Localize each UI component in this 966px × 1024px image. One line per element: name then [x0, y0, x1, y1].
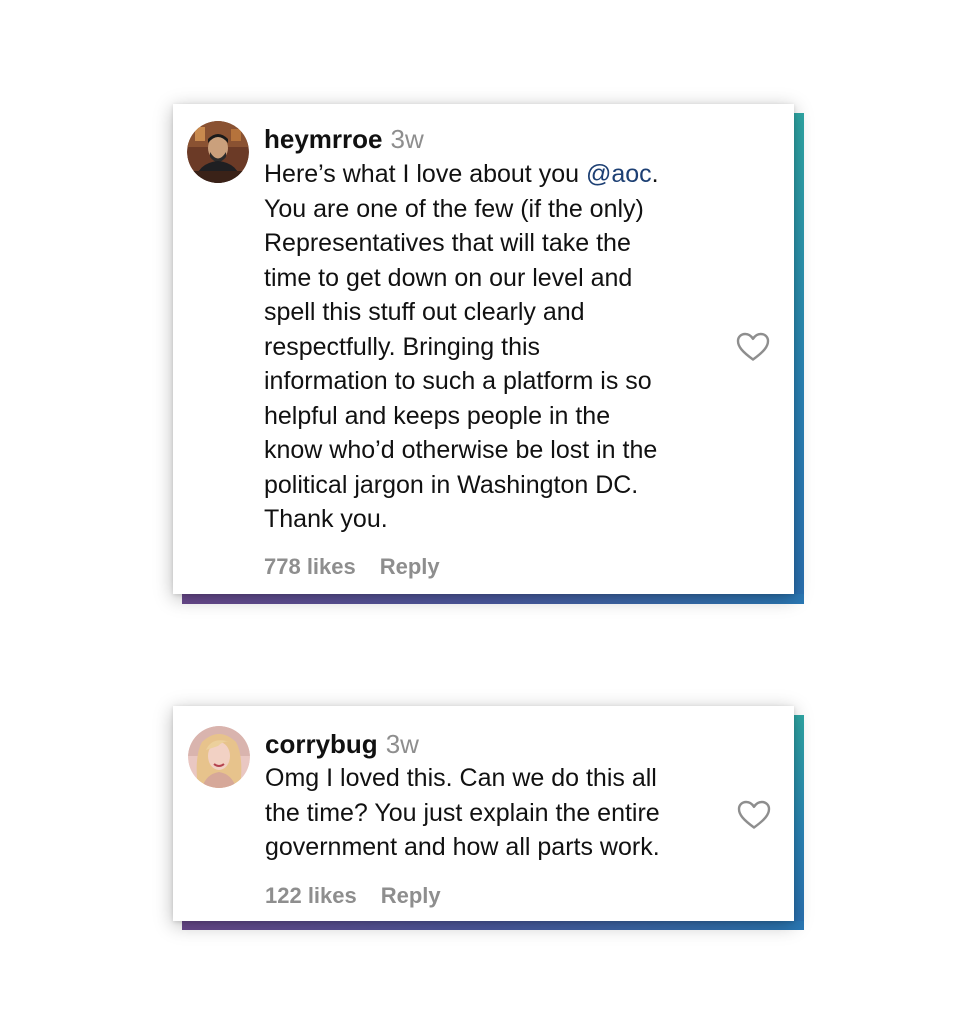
comment-line: helpful and keeps people in the [264, 401, 611, 430]
heart-outline-icon [736, 332, 770, 361]
heart-outline-icon [737, 800, 771, 829]
comment-timestamp: 3w [390, 124, 424, 154]
avatar[interactable] [187, 121, 249, 183]
likes-count[interactable]: 122 likes [265, 883, 357, 908]
comment-line: Here’s what I love about you @aoc. [264, 160, 659, 188]
reply-button[interactable]: Reply [381, 883, 441, 908]
comment-meta: 122 likes Reply [265, 883, 441, 909]
username-link[interactable]: corrybug [265, 729, 378, 759]
comment-line: Representatives that will take the [264, 229, 631, 257]
card-accent-right [794, 113, 804, 603]
comment-line: information to such a platform is so [264, 367, 652, 395]
avatar-photo-icon [188, 726, 250, 788]
reply-button[interactable]: Reply [380, 554, 440, 579]
comment-line: time to get down on our level and [264, 263, 633, 292]
comment-line: spell this stuff out clearly and [264, 298, 585, 326]
comment-line: Thank you. [264, 505, 388, 533]
comment-line: respectfully. Bringing this [264, 332, 541, 361]
comment-text: Here’s what I love about you @aoc. You a… [264, 157, 659, 537]
avatar[interactable] [188, 726, 250, 788]
mention-link[interactable]: @aoc [586, 160, 652, 188]
comment-text: Omg I loved this. Can we do this all the… [265, 761, 660, 865]
username-link[interactable]: heymrroe [264, 124, 383, 154]
card-accent-bottom [182, 594, 804, 604]
comment-meta: 778 likes Reply [264, 554, 440, 580]
likes-count[interactable]: 778 likes [264, 554, 356, 579]
comment-line: You are one of the few (if the only) [264, 194, 644, 223]
comment-header: corrybug 3w [265, 728, 419, 760]
comment-line: government and how all parts work. [265, 833, 660, 861]
like-button[interactable] [736, 332, 770, 362]
card-accent-bottom [182, 921, 804, 930]
comment-header: heymrroe 3w [264, 123, 424, 155]
comment-line: the time? You just explain the entire [265, 798, 660, 827]
comment-line: political jargon in Washington DC. [264, 470, 639, 499]
comment-line: know who’d otherwise be lost in the [264, 436, 658, 464]
comment-timestamp: 3w [385, 729, 419, 759]
comment-line: Omg I loved this. Can we do this all [265, 764, 657, 792]
avatar-photo-icon [187, 121, 249, 183]
like-button[interactable] [737, 800, 771, 830]
card-accent-right [794, 715, 804, 930]
